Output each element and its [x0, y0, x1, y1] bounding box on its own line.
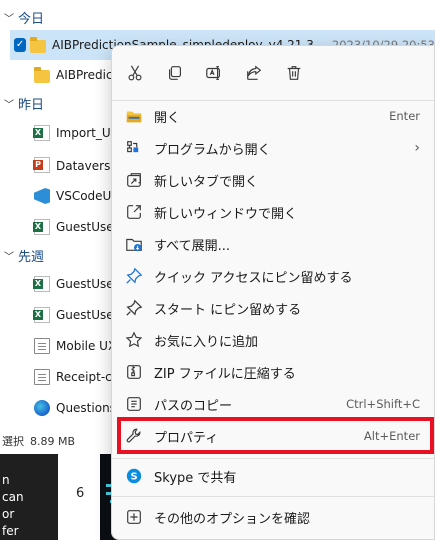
- checkbox-checked-icon[interactable]: ✓: [14, 38, 27, 52]
- menu-item-copy-path[interactable]: パスのコピー Ctrl+Shift+C: [112, 388, 434, 420]
- menu-item-label: Skype で共有: [154, 470, 237, 486]
- skype-icon: S: [124, 466, 144, 486]
- excel-icon: [33, 219, 50, 235]
- menu-item-label: 新しいタブで開く: [154, 174, 259, 190]
- folder-icon: [34, 66, 50, 83]
- dark-tile: n can or fer: [0, 454, 58, 540]
- copy-path-icon: [124, 394, 144, 414]
- status-size: 8.89 MB: [30, 434, 76, 448]
- menu-item-pin-quick-access[interactable]: クイック アクセスにピン留めする: [112, 260, 434, 292]
- menu-item-label: 開く: [154, 110, 181, 126]
- status-bar: 選択 8.89 MB: [0, 428, 115, 454]
- group-label: 先週: [18, 249, 45, 265]
- excel-icon: [33, 276, 50, 292]
- group-header-last-week[interactable]: ﹀ 先週: [0, 244, 44, 266]
- menu-item-label: 新しいウィンドウで開く: [154, 206, 298, 222]
- menu-item-label: お気に入りに追加: [154, 334, 259, 350]
- menu-separator: [112, 496, 434, 497]
- group-header-today[interactable]: ﹀ 今日: [0, 6, 44, 28]
- open-with-icon: [124, 138, 144, 158]
- menu-item-add-favorites[interactable]: お気に入りに追加: [112, 324, 434, 356]
- chevron-down-icon: ﹀: [4, 13, 14, 25]
- menu-item-compress-zip[interactable]: ZIP ファイルに圧縮する: [112, 356, 434, 388]
- menu-item-extract-all[interactable]: すべて展開...: [112, 228, 434, 260]
- extract-all-icon: [124, 234, 144, 254]
- excel-icon: [33, 307, 50, 323]
- context-menu: 開く Enter プログラムから開く › 新しいタブで開く 新しいウィンドウで開…: [111, 45, 435, 540]
- menu-item-more-options[interactable]: その他のオプションを確認: [112, 501, 434, 533]
- document-icon: [34, 369, 50, 385]
- highlight-box: [117, 417, 434, 454]
- menu-item-label: パスのコピー: [154, 398, 233, 414]
- delete-icon[interactable]: [277, 56, 311, 90]
- menu-item-pin-start[interactable]: スタート にピン留めする: [112, 292, 434, 324]
- menu-item-label: スタート にピン留めする: [154, 302, 302, 318]
- star-icon: [124, 330, 144, 350]
- zip-icon: [124, 362, 144, 382]
- menu-separator: [112, 458, 434, 459]
- rename-icon[interactable]: [197, 56, 231, 90]
- menu-item-label: プログラムから開く: [154, 142, 271, 158]
- chevron-down-icon: ﹀: [4, 251, 14, 263]
- tile-text: or: [2, 507, 15, 521]
- cut-icon[interactable]: [118, 56, 152, 90]
- status-selected-label: 選択: [2, 435, 24, 448]
- pin-icon: [124, 266, 144, 286]
- new-window-icon: [124, 202, 144, 222]
- tile-text: can: [2, 490, 24, 504]
- menu-item-shortcut: Ctrl+Shift+C: [346, 397, 420, 411]
- group-label: 昨日: [18, 97, 45, 113]
- menu-item-label: ZIP ファイルに圧縮する: [154, 366, 296, 382]
- menu-item-label: クイック アクセスにピン留めする: [154, 270, 353, 286]
- folder-icon: [30, 36, 47, 53]
- pin-start-icon: [124, 298, 144, 318]
- vscode-icon: [34, 188, 50, 204]
- tile-text: fer: [2, 524, 19, 538]
- context-menu-toolbar: [112, 56, 434, 90]
- menu-item-open-with[interactable]: プログラムから開く ›: [112, 132, 434, 164]
- menu-item-open-new-tab[interactable]: 新しいタブで開く: [112, 164, 434, 196]
- menu-item-share-skype[interactable]: S Skype で共有: [112, 460, 434, 492]
- tile-text: n: [2, 473, 10, 487]
- more-options-icon: [124, 507, 144, 527]
- menu-item-shortcut: Enter: [389, 109, 420, 123]
- group-header-yesterday[interactable]: ﹀ 昨日: [0, 92, 44, 114]
- excel-icon: [33, 125, 50, 141]
- chevron-right-icon: ›: [414, 140, 420, 156]
- menu-item-label: その他のオプションを確認: [154, 511, 311, 527]
- document-icon: [34, 338, 50, 354]
- share-icon[interactable]: [237, 56, 271, 90]
- copy-icon[interactable]: [158, 56, 192, 90]
- menu-item-open[interactable]: 開く Enter: [112, 100, 434, 132]
- edge-icon: [34, 400, 50, 416]
- new-tab-icon: [124, 170, 144, 190]
- chevron-down-icon: ﹀: [4, 99, 14, 111]
- menu-item-open-new-window[interactable]: 新しいウィンドウで開く: [112, 196, 434, 228]
- group-label: 今日: [18, 11, 45, 27]
- menu-item-label: すべて展開...: [154, 238, 230, 254]
- powerpoint-icon: [33, 157, 50, 173]
- slide-number: 6: [76, 486, 85, 501]
- svg-text:S: S: [130, 472, 137, 483]
- open-folder-icon: [124, 106, 144, 126]
